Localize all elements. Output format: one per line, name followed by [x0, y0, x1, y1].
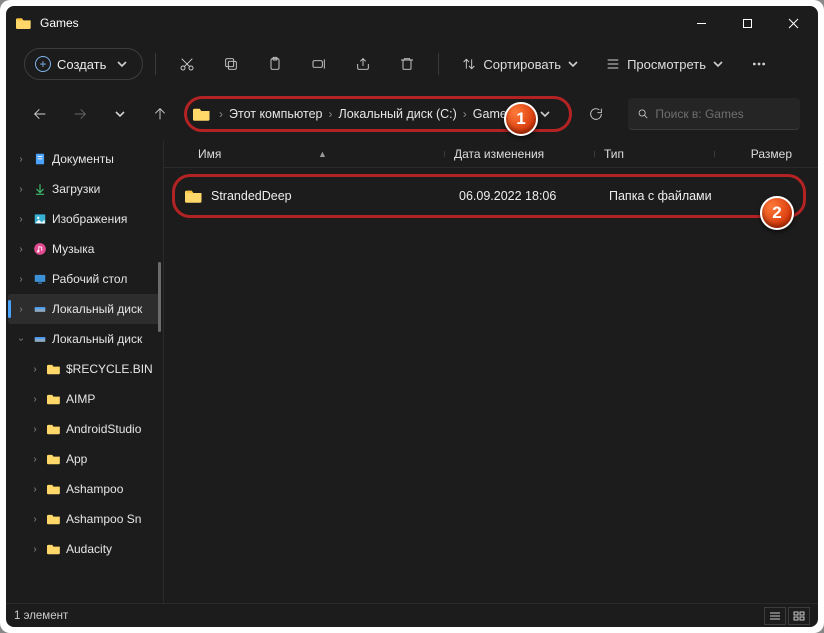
folder-icon — [46, 481, 62, 497]
annotation-badge-1: 1 — [504, 102, 538, 136]
sidebar-item-ashampoo-sn[interactable]: ›Ashampoo Sn — [6, 504, 163, 534]
chevron-down-icon — [567, 58, 579, 70]
chevron-down-icon — [116, 58, 128, 70]
col-name[interactable]: ▲Имя — [188, 147, 444, 161]
share-button[interactable] — [344, 48, 382, 80]
cut-button[interactable] — [168, 48, 206, 80]
view-label: Просмотреть — [627, 57, 706, 72]
nav-back[interactable] — [24, 98, 56, 130]
delete-button[interactable] — [388, 48, 426, 80]
refresh-button[interactable] — [580, 98, 612, 130]
folder-icon — [16, 16, 32, 30]
toolbar: + Создать Сортировать Просмотреть — [6, 40, 818, 88]
drive-icon — [32, 301, 48, 317]
close-button[interactable] — [770, 6, 816, 40]
col-type[interactable]: Тип — [594, 147, 714, 161]
folder-icon — [46, 421, 62, 437]
sidebar-item-music[interactable]: ›Музыка — [6, 234, 163, 264]
chevron-down-icon — [712, 58, 724, 70]
nav-forward[interactable] — [64, 98, 96, 130]
item-count: 1 элемент — [14, 610, 68, 622]
body: ›Документы ›Загрузки ›Изображения ›Музык… — [6, 140, 818, 603]
folder-icon — [46, 361, 62, 377]
folder-icon — [46, 391, 62, 407]
window-controls — [678, 6, 816, 40]
sidebar: ›Документы ›Загрузки ›Изображения ›Музык… — [6, 140, 164, 603]
file-type: Папка с файлами — [609, 189, 749, 203]
folder-icon — [46, 451, 62, 467]
sidebar-item-localdisk-1[interactable]: ›Локальный диск — [8, 294, 161, 324]
sidebar-item-localdisk-2[interactable]: ›Локальный диск — [6, 324, 163, 354]
folder-icon — [46, 511, 62, 527]
folder-icon — [46, 541, 62, 557]
copy-button[interactable] — [212, 48, 250, 80]
sidebar-item-ashampoo[interactable]: ›Ashampoo — [6, 474, 163, 504]
drive-icon — [32, 331, 48, 347]
nav-row: › Этот компьютер › Локальный диск (C:) ›… — [6, 88, 818, 140]
document-icon — [32, 151, 48, 167]
nav-up[interactable] — [144, 98, 176, 130]
sidebar-item-documents[interactable]: ›Документы — [6, 144, 163, 174]
view-icon — [605, 56, 621, 72]
annotation-badge-2: 2 — [760, 196, 794, 230]
folder-icon — [193, 106, 211, 122]
plus-icon: + — [35, 56, 51, 72]
rename-button[interactable] — [300, 48, 338, 80]
folder-icon — [185, 188, 203, 204]
col-size[interactable]: Размер — [714, 147, 818, 161]
chevron-right-icon: › — [326, 107, 334, 121]
new-button[interactable]: + Создать — [24, 48, 143, 80]
sidebar-item-androidstudio[interactable]: ›AndroidStudio — [6, 414, 163, 444]
sort-asc-icon: ▲ — [318, 149, 327, 159]
sidebar-item-recycle[interactable]: ›$RECYCLE.BIN — [6, 354, 163, 384]
image-icon — [32, 211, 48, 227]
chevron-right-icon: › — [461, 107, 469, 121]
status-bar: 1 элемент — [6, 603, 818, 627]
separator — [438, 53, 439, 75]
paste-button[interactable] — [256, 48, 294, 80]
desktop-icon — [32, 271, 48, 287]
crumb-local-disk[interactable]: Локальный диск (C:) — [336, 105, 458, 123]
view-details-button[interactable] — [764, 607, 786, 625]
sort-label: Сортировать — [483, 57, 561, 72]
explorer-window: Games + Создать Сортировать Просмотреть — [6, 6, 818, 627]
music-icon — [32, 241, 48, 257]
sidebar-item-app[interactable]: ›App — [6, 444, 163, 474]
sort-button[interactable]: Сортировать — [451, 48, 589, 80]
file-pane: ▲Имя Дата изменения Тип Размер StrandedD… — [164, 140, 818, 603]
chevron-right-icon: › — [217, 107, 225, 121]
minimize-button[interactable] — [678, 6, 724, 40]
separator — [155, 53, 156, 75]
column-headers: ▲Имя Дата изменения Тип Размер — [164, 140, 818, 168]
nav-recent[interactable] — [104, 98, 136, 130]
view-icons-button[interactable] — [788, 607, 810, 625]
search-icon — [637, 107, 649, 121]
sidebar-scrollbar[interactable] — [158, 262, 161, 332]
more-button[interactable] — [740, 48, 778, 80]
download-icon — [32, 181, 48, 197]
sidebar-item-pictures[interactable]: ›Изображения — [6, 204, 163, 234]
sort-icon — [461, 56, 477, 72]
window-title: Games — [40, 16, 79, 30]
maximize-button[interactable] — [724, 6, 770, 40]
sidebar-item-aimp[interactable]: ›AIMP — [6, 384, 163, 414]
titlebar: Games — [6, 6, 818, 40]
search-box[interactable] — [628, 98, 800, 130]
col-date[interactable]: Дата изменения — [444, 147, 594, 161]
file-date: 06.09.2022 18:06 — [459, 189, 609, 203]
sidebar-item-audacity[interactable]: ›Audacity — [6, 534, 163, 564]
new-label: Создать — [57, 57, 106, 72]
search-input[interactable] — [655, 107, 791, 121]
file-name: StrandedDeep — [211, 189, 459, 203]
crumb-this-pc[interactable]: Этот компьютер — [227, 105, 324, 123]
view-button[interactable]: Просмотреть — [595, 48, 734, 80]
file-row-highlight: StrandedDeep 06.09.2022 18:06 Папка с фа… — [172, 174, 806, 218]
sidebar-item-downloads[interactable]: ›Загрузки — [6, 174, 163, 204]
file-row[interactable]: StrandedDeep 06.09.2022 18:06 Папка с фа… — [185, 188, 803, 204]
sidebar-item-desktop[interactable]: ›Рабочий стол — [6, 264, 163, 294]
